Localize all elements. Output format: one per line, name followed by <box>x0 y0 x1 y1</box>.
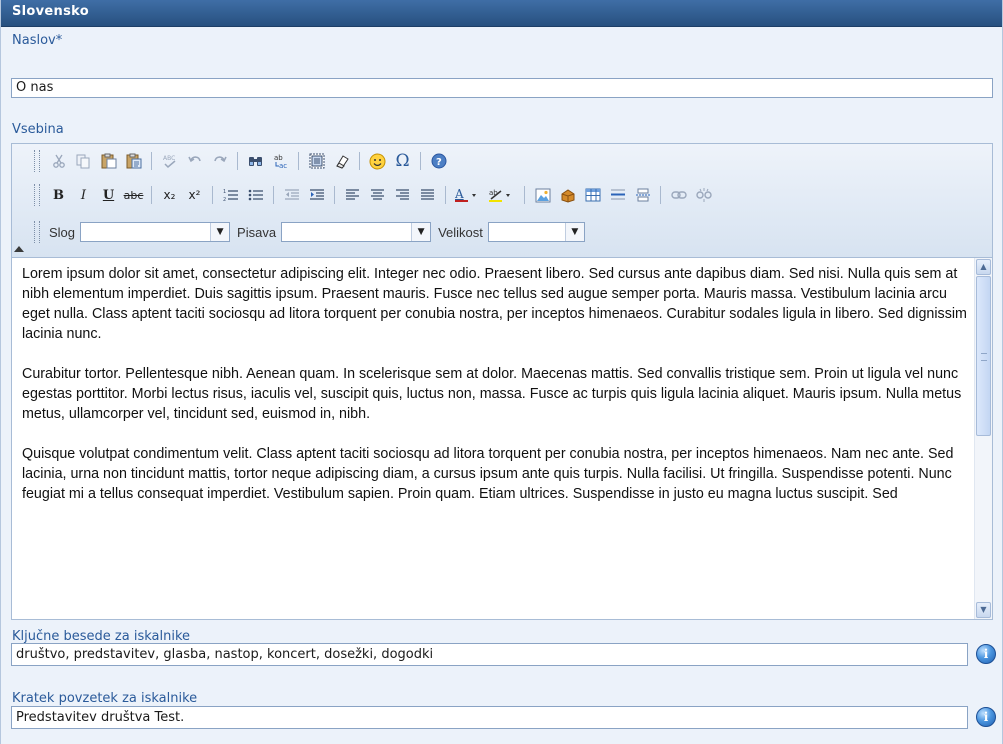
link-icon[interactable] <box>668 185 689 206</box>
grip-icon <box>981 353 987 361</box>
toolbar-row-3: Slog ▼ Pisava ▼ Velikost ▼ <box>34 219 589 245</box>
style-select[interactable]: ▼ <box>80 222 231 242</box>
toolbar-separator <box>445 186 446 204</box>
numbered-list-icon[interactable]: 12 <box>220 185 241 206</box>
toolbar-grip[interactable] <box>34 150 40 172</box>
toolbar-row-1: ABC ab ac Ω ? <box>34 148 451 174</box>
indent-icon[interactable] <box>306 185 327 206</box>
page-break-icon[interactable] <box>632 185 653 206</box>
content-paragraph: Lorem ipsum dolor sit amet, consectetur … <box>22 266 967 342</box>
unlink-icon[interactable] <box>693 185 714 206</box>
italic-button[interactable]: I <box>73 185 94 206</box>
chevron-down-icon[interactable]: ▼ <box>411 223 431 241</box>
toolbar-grip[interactable] <box>34 184 40 206</box>
toolbar-separator <box>237 152 238 170</box>
content-paragraph: Quisque volutpat condimentum velit. Clas… <box>22 446 954 502</box>
toolbar-separator <box>298 152 299 170</box>
toolbar-separator <box>524 186 525 204</box>
align-center-icon[interactable] <box>367 185 388 206</box>
keywords-input[interactable]: društvo, predstavitev, glasba, nastop, k… <box>11 643 968 666</box>
redo-icon[interactable] <box>209 151 230 172</box>
editor-toolbar: ABC ab ac Ω ? B I U abc x₂ x² 1 2 A ab S… <box>12 144 992 257</box>
undo-icon[interactable] <box>184 151 205 172</box>
size-select[interactable]: ▼ <box>487 222 585 242</box>
language-panel: Slovensko Naslov* O nas Vsebina ABC ab a… <box>0 0 1003 744</box>
panel-header: Slovensko <box>1 0 1002 27</box>
summary-info-icon[interactable]: i <box>976 707 996 727</box>
table-icon[interactable] <box>582 185 603 206</box>
paste-as-text-icon[interactable] <box>123 151 144 172</box>
toolbar-separator <box>151 152 152 170</box>
font-select[interactable]: ▼ <box>281 222 432 242</box>
superscript-button[interactable]: x² <box>184 185 205 206</box>
toolbar-separator <box>212 186 213 204</box>
toolbar-separator <box>420 152 421 170</box>
font-label: Pisava <box>237 224 277 240</box>
title-input[interactable]: O nas <box>11 78 993 98</box>
summary-label: Kratek povzetek za iskalnike <box>12 691 198 706</box>
title-label: Naslov* <box>12 33 63 48</box>
collapse-toolbar-icon[interactable] <box>14 246 24 252</box>
keywords-label: Ključne besede za iskalnike <box>12 629 191 644</box>
scrollbar-thumb[interactable] <box>976 276 991 436</box>
remove-format-icon[interactable] <box>331 151 352 172</box>
rich-text-editor: ABC ab ac Ω ? B I U abc x₂ x² 1 2 A ab S… <box>11 143 993 620</box>
svg-text:A: A <box>455 187 464 201</box>
about-icon[interactable]: ? <box>428 151 449 172</box>
content-label: Vsebina <box>12 122 64 137</box>
editor-text[interactable]: Lorem ipsum dolor sit amet, consectetur … <box>22 264 970 524</box>
svg-text:ab: ab <box>274 154 283 162</box>
toolbar-separator <box>334 186 335 204</box>
content-paragraph: Curabitur tortor. Pellentesque nibh. Aen… <box>22 366 962 422</box>
horizontal-rule-icon[interactable] <box>607 185 628 206</box>
editor-content-area[interactable]: Lorem ipsum dolor sit amet, consectetur … <box>12 257 992 619</box>
svg-text:2: 2 <box>223 197 226 202</box>
svg-text:1: 1 <box>223 189 226 195</box>
toolbar-grip[interactable] <box>34 221 40 243</box>
underline-button[interactable]: U <box>98 185 119 206</box>
chevron-down-icon[interactable]: ▼ <box>564 223 584 241</box>
svg-text:ab: ab <box>489 189 498 197</box>
toolbar-separator <box>359 152 360 170</box>
subscript-button[interactable]: x₂ <box>159 185 180 206</box>
outdent-icon[interactable] <box>281 185 302 206</box>
svg-text:ac: ac <box>279 162 287 169</box>
paste-icon[interactable] <box>98 151 119 172</box>
flash-icon[interactable] <box>557 185 578 206</box>
select-all-icon[interactable] <box>306 151 327 172</box>
strikethrough-button[interactable]: abc <box>123 185 144 206</box>
panel-title: Slovensko <box>12 4 89 19</box>
vertical-scrollbar[interactable]: ▲ ▼ <box>974 258 992 619</box>
align-justify-icon[interactable] <box>417 185 438 206</box>
scroll-up-icon[interactable]: ▲ <box>976 259 991 275</box>
special-char-icon[interactable]: Ω <box>392 151 413 172</box>
text-color-icon[interactable]: A <box>453 185 483 206</box>
toolbar-separator <box>660 186 661 204</box>
copy-icon[interactable] <box>73 151 94 172</box>
toolbar-row-2: B I U abc x₂ x² 12 A ab <box>34 182 716 208</box>
highlight-color-icon[interactable]: ab <box>487 185 517 206</box>
cut-icon[interactable] <box>48 151 69 172</box>
align-right-icon[interactable] <box>392 185 413 206</box>
image-icon[interactable] <box>532 185 553 206</box>
replace-icon[interactable]: ab ac <box>270 151 291 172</box>
svg-text:?: ? <box>436 157 442 168</box>
spellcheck-icon[interactable]: ABC <box>159 151 180 172</box>
smiley-icon[interactable] <box>367 151 388 172</box>
chevron-down-icon[interactable]: ▼ <box>210 223 230 241</box>
toolbar-separator <box>151 186 152 204</box>
keywords-info-icon[interactable]: i <box>976 644 996 664</box>
style-label: Slog <box>49 224 76 240</box>
align-left-icon[interactable] <box>342 185 363 206</box>
find-icon[interactable] <box>245 151 266 172</box>
svg-text:ABC: ABC <box>163 155 175 162</box>
size-label: Velikost <box>438 224 483 240</box>
summary-input[interactable]: Predstavitev društva Test. <box>11 706 968 729</box>
toolbar-separator <box>273 186 274 204</box>
scroll-down-icon[interactable]: ▼ <box>976 602 991 618</box>
bullet-list-icon[interactable] <box>245 185 266 206</box>
bold-button[interactable]: B <box>48 185 69 206</box>
